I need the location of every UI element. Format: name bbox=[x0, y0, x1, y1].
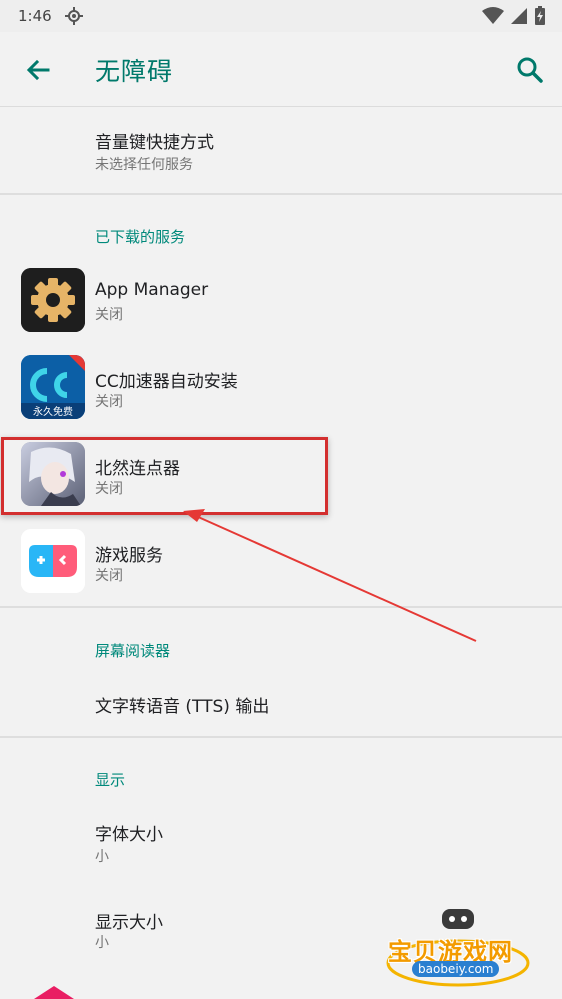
app-bar: 无障碍 bbox=[0, 32, 562, 107]
volume-shortcut-subtitle: 未选择任何服务 bbox=[95, 157, 193, 173]
status-time: 1:46 bbox=[18, 7, 52, 25]
section-header-display: 显示 bbox=[95, 771, 126, 789]
volume-shortcut-title: 音量键快捷方式 bbox=[95, 133, 214, 153]
wifi-icon bbox=[482, 7, 504, 24]
font-size-title: 字体大小 bbox=[95, 825, 163, 845]
search-icon[interactable] bbox=[512, 52, 548, 88]
cc-accelerator-status: 关闭 bbox=[95, 394, 123, 410]
back-arrow-icon[interactable] bbox=[20, 52, 56, 88]
signal-icon bbox=[511, 8, 527, 24]
font-size-value: 小 bbox=[95, 849, 109, 865]
section-header-downloaded: 已下载的服务 bbox=[95, 228, 186, 246]
list-item-font-size[interactable]: 字体大小 小 bbox=[0, 804, 562, 884]
section-header-screen-reader: 屏幕阅读器 bbox=[95, 642, 171, 660]
display-size-title: 显示大小 bbox=[95, 913, 163, 933]
divider bbox=[0, 193, 562, 195]
status-icons bbox=[482, 6, 546, 26]
page-title: 无障碍 bbox=[95, 57, 174, 86]
display-size-value: 小 bbox=[95, 935, 109, 951]
game-controller-icon bbox=[21, 529, 85, 593]
list-item-app-manager[interactable]: App Manager 关闭 bbox=[0, 262, 562, 342]
cc-accelerator-title: CC加速器自动安装 bbox=[95, 372, 238, 392]
divider bbox=[0, 606, 562, 608]
list-item-game-service[interactable]: 游戏服务 关闭 bbox=[0, 523, 562, 603]
gear-icon bbox=[21, 268, 85, 332]
app-manager-title: App Manager bbox=[95, 280, 209, 300]
highlight-box bbox=[1, 437, 328, 515]
badge-text: 永久免费 bbox=[33, 405, 73, 418]
cc-accelerator-icon: 永久免费 bbox=[21, 355, 85, 419]
next-item-icon bbox=[34, 986, 74, 999]
game-service-title: 游戏服务 bbox=[95, 546, 163, 566]
status-bar: 1:46 bbox=[0, 0, 562, 32]
list-item-cc-accelerator[interactable]: 永久免费 CC加速器自动安装 关闭 bbox=[0, 349, 562, 429]
battery-icon bbox=[535, 6, 545, 25]
game-service-status: 关闭 bbox=[95, 568, 123, 584]
watermark-url: baobeiy.com bbox=[412, 961, 500, 977]
list-item-tts-output[interactable]: 文字转语音 (TTS) 输出 bbox=[0, 674, 562, 734]
divider bbox=[0, 736, 562, 738]
volume-shortcut-item[interactable]: 音量键快捷方式 未选择任何服务 bbox=[0, 110, 562, 192]
location-icon bbox=[65, 7, 83, 25]
app-manager-status: 关闭 bbox=[95, 307, 123, 323]
tts-output-title: 文字转语音 (TTS) 输出 bbox=[95, 697, 270, 717]
